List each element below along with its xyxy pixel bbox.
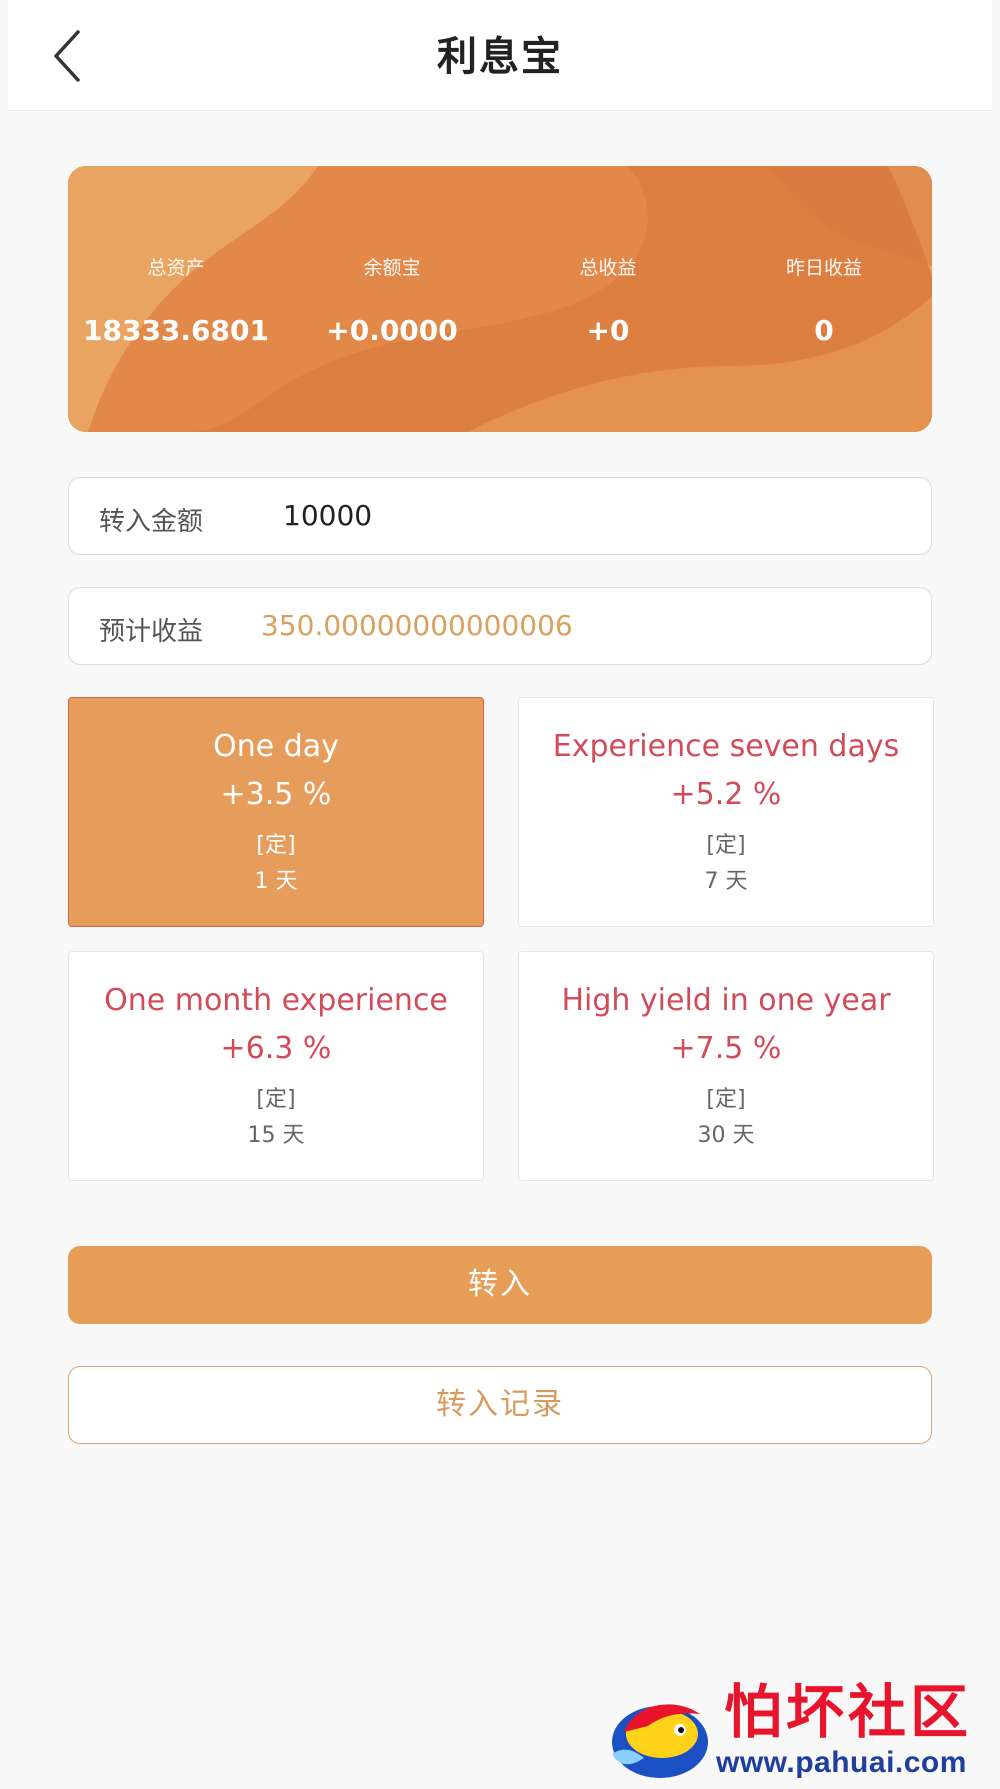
plan-name: High yield in one year (561, 983, 891, 1018)
plan-type: [定] (706, 1087, 746, 1112)
plan-term: 30 天 (697, 1123, 755, 1148)
stat-label: 总资产 (147, 257, 205, 279)
stat-total-earnings: 总收益 +0 (500, 256, 716, 348)
stat-total-assets: 总资产 18333.6801 (68, 256, 284, 348)
stat-value: 0 (814, 314, 834, 347)
asset-summary-card: 总资产 18333.6801 余额宝 +0.0000 总收益 +0 昨日收益 0 (68, 166, 932, 432)
plan-card-seven-days[interactable]: Experience seven days +5.2 % [定] 7 天 (518, 697, 934, 927)
plan-type: [定] (256, 1087, 296, 1112)
expected-earnings-label: 预计收益 (99, 617, 204, 647)
expected-earnings-value: 350.00000000000006 (261, 609, 573, 642)
stat-label: 总收益 (579, 257, 637, 279)
stat-value: +0 (586, 314, 630, 347)
page-title: 利息宝 (437, 34, 563, 80)
plan-rate: +3.5 % (220, 777, 332, 812)
plan-type: [定] (706, 833, 746, 858)
plan-rate: +7.5 % (670, 1031, 782, 1066)
stat-label: 余额宝 (363, 257, 421, 279)
plan-name: Experience seven days (552, 729, 900, 764)
plan-term: 15 天 (247, 1123, 305, 1148)
plan-name: One day (213, 729, 339, 764)
plan-rate: +5.2 % (670, 777, 782, 812)
stat-label: 昨日收益 (785, 257, 862, 279)
plan-type: [定] (256, 833, 296, 858)
plan-term: 1 天 (254, 869, 298, 894)
stat-balance: 余额宝 +0.0000 (284, 256, 500, 348)
header-bar: 利息宝 (8, 0, 992, 111)
stat-value: +0.0000 (326, 314, 458, 347)
watermark-text: 怕坏社区 (724, 1678, 973, 1746)
plan-card-one-year[interactable]: High yield in one year +7.5 % [定] 30 天 (518, 951, 934, 1181)
transfer-amount-label: 转入金额 (99, 507, 204, 537)
stat-yesterday-earnings: 昨日收益 0 (716, 256, 932, 348)
stat-value: 18333.6801 (83, 314, 269, 347)
watermark: 怕坏社区 www.pahuai.com (604, 1676, 996, 1786)
plan-card-one-day[interactable]: One day +3.5 % [定] 1 天 (68, 697, 484, 927)
transfer-amount-field[interactable]: 转入金额 10000 (68, 477, 932, 555)
plan-rate: +6.3 % (220, 1031, 332, 1066)
fish-logo-icon (612, 1704, 708, 1778)
plan-card-one-month[interactable]: One month experience +6.3 % [定] 15 天 (68, 951, 484, 1181)
transfer-in-button[interactable]: 转入 (68, 1246, 932, 1324)
transfer-records-button[interactable]: 转入记录 (68, 1366, 932, 1444)
transfer-amount-input[interactable]: 10000 (283, 499, 372, 532)
expected-earnings-field: 预计收益 350.00000000000006 (68, 587, 932, 665)
plan-term: 7 天 (704, 869, 748, 894)
plan-name: One month experience (104, 983, 448, 1018)
watermark-url: www.pahuai.com (716, 1746, 967, 1779)
